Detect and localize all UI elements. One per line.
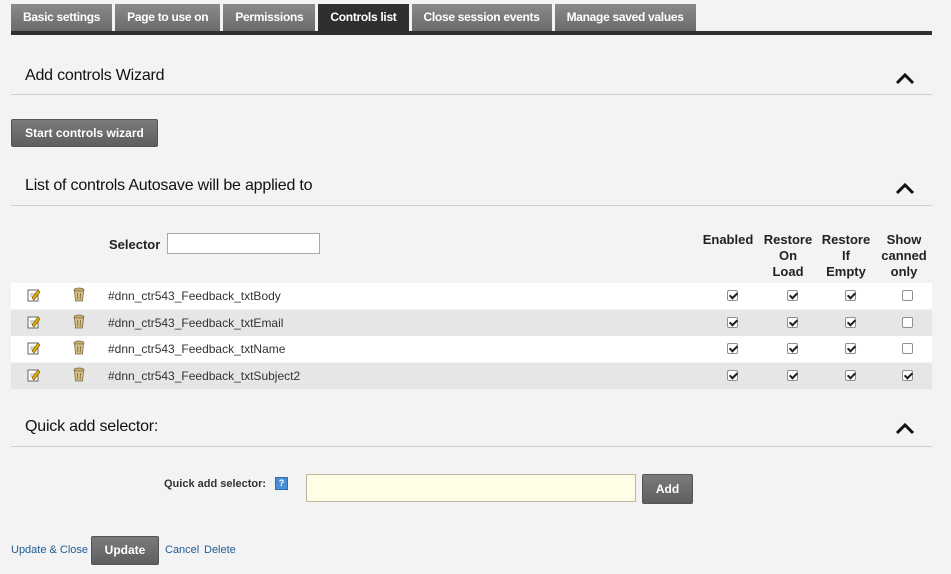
enabled-checkbox[interactable] <box>727 290 738 301</box>
tab-strip: Basic settings Page to use on Permission… <box>11 4 699 31</box>
selector-value: #dnn_ctr543_Feedback_txtBody <box>108 289 281 303</box>
enabled-checkbox[interactable] <box>727 343 738 354</box>
help-icon[interactable]: ? <box>275 477 288 490</box>
column-header-enabled: Enabled <box>702 232 754 247</box>
selector-value: #dnn_ctr543_Feedback_txtEmail <box>108 316 284 330</box>
quick-add-label: Quick add selector: <box>164 478 267 490</box>
show-canned-only-checkbox[interactable] <box>902 343 913 354</box>
restore-on-load-checkbox[interactable] <box>787 370 798 381</box>
tab-underline <box>11 31 932 35</box>
restore-on-load-checkbox[interactable] <box>787 343 798 354</box>
column-header-restore-on-load: Restore On Load <box>763 232 813 279</box>
chevron-up-icon[interactable] <box>895 421 915 435</box>
tab-page-to-use-on[interactable]: Page to use on <box>115 4 221 31</box>
quick-add-input[interactable] <box>306 474 636 502</box>
restore-on-load-checkbox[interactable] <box>787 290 798 301</box>
selector-filter-label: Selector <box>109 237 161 252</box>
cancel-link[interactable]: Cancel <box>165 544 199 556</box>
section-divider <box>11 94 932 95</box>
table-row: #dnn_ctr543_Feedback_txtEmail <box>11 310 932 336</box>
pencil-edit-icon[interactable] <box>27 315 41 329</box>
show-canned-only-checkbox[interactable] <box>902 370 913 381</box>
add-selector-button[interactable]: Add <box>642 474 693 504</box>
restore-on-load-checkbox[interactable] <box>787 317 798 328</box>
selector-value: #dnn_ctr543_Feedback_txtName <box>108 342 286 356</box>
quick-add-section-title: Quick add selector: <box>25 418 159 435</box>
table-row: #dnn_ctr543_Feedback_txtSubject2 <box>11 363 932 389</box>
column-header-restore-if-empty: Restore If Empty <box>821 232 871 279</box>
trash-bin-icon[interactable] <box>73 340 85 355</box>
trash-bin-icon[interactable] <box>73 314 85 329</box>
update-button[interactable]: Update <box>91 536 159 565</box>
tab-controls-list[interactable]: Controls list <box>318 4 409 31</box>
enabled-checkbox[interactable] <box>727 317 738 328</box>
chevron-up-icon[interactable] <box>895 181 915 195</box>
pencil-edit-icon[interactable] <box>27 368 41 382</box>
delete-link[interactable]: Delete <box>204 544 236 556</box>
pencil-edit-icon[interactable] <box>27 288 41 302</box>
enabled-checkbox[interactable] <box>727 370 738 381</box>
update-close-link[interactable]: Update & Close <box>11 544 88 556</box>
section-divider <box>11 446 932 447</box>
trash-bin-icon[interactable] <box>73 287 85 302</box>
restore-if-empty-checkbox[interactable] <box>845 290 856 301</box>
restore-if-empty-checkbox[interactable] <box>845 317 856 328</box>
selector-value: #dnn_ctr543_Feedback_txtSubject2 <box>108 369 301 383</box>
restore-if-empty-checkbox[interactable] <box>845 370 856 381</box>
start-controls-wizard-button[interactable]: Start controls wizard <box>11 119 158 147</box>
chevron-up-icon[interactable] <box>895 71 915 85</box>
tab-permissions[interactable]: Permissions <box>223 4 316 31</box>
trash-bin-icon[interactable] <box>73 367 85 382</box>
tab-basic-settings[interactable]: Basic settings <box>11 4 113 31</box>
show-canned-only-checkbox[interactable] <box>902 317 913 328</box>
table-row: #dnn_ctr543_Feedback_txtName <box>11 336 932 362</box>
tab-close-session-events[interactable]: Close session events <box>411 4 552 31</box>
column-header-show-canned-only: Show canned only <box>881 232 927 279</box>
pencil-edit-icon[interactable] <box>27 341 41 355</box>
table-row: #dnn_ctr543_Feedback_txtBody <box>11 283 932 309</box>
controls-section-title: List of controls Autosave will be applie… <box>25 177 313 194</box>
restore-if-empty-checkbox[interactable] <box>845 343 856 354</box>
show-canned-only-checkbox[interactable] <box>902 290 913 301</box>
tab-manage-saved-values[interactable]: Manage saved values <box>554 4 696 31</box>
selector-filter-input[interactable] <box>167 233 320 254</box>
section-divider <box>11 205 932 206</box>
wizard-section-title: Add controls Wizard <box>25 67 165 84</box>
